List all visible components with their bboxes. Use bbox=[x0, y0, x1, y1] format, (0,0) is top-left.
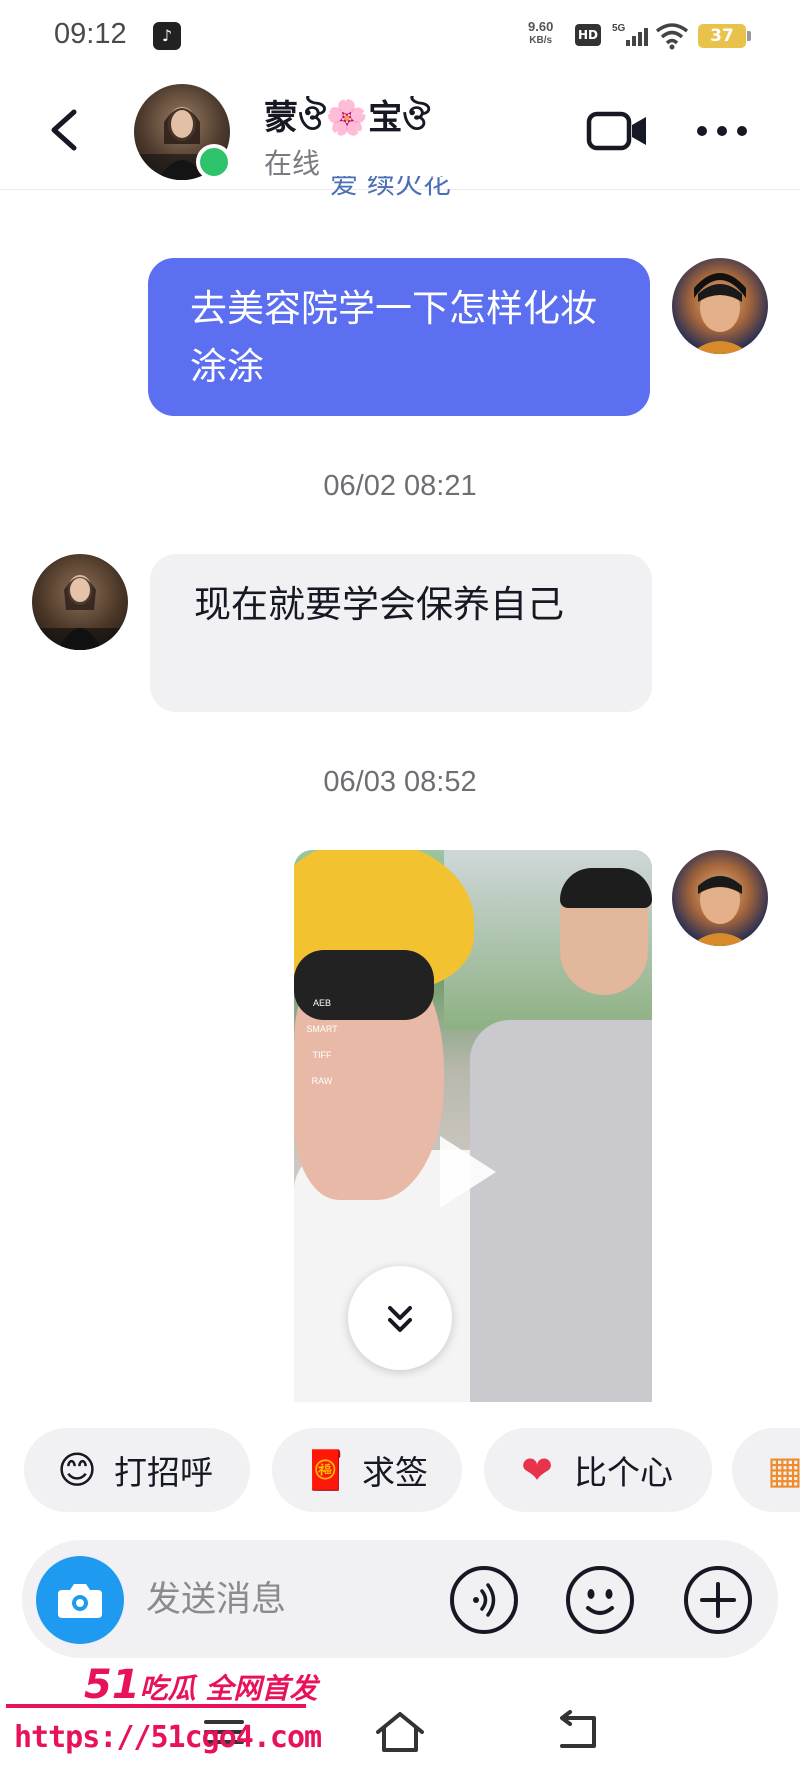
timestamp: 06/03 08:52 bbox=[323, 766, 477, 798]
status-time: 09:12 bbox=[54, 18, 127, 50]
network-speed-value: 9.60 bbox=[528, 19, 554, 34]
network-type: 5G bbox=[612, 23, 626, 34]
network-speed: 9.60 KB/s bbox=[528, 20, 553, 48]
quick-reply-bar: 😊 打招呼 🧧 求签 ❤ 比个心 ▦ bbox=[0, 1428, 800, 1514]
contact-name[interactable]: 蒙ঔ🌸宝ঔ bbox=[264, 90, 430, 149]
home-icon[interactable] bbox=[372, 1706, 428, 1758]
incoming-message[interactable]: 现在就要学会保养自己 bbox=[150, 554, 652, 712]
video-figure-man bbox=[470, 850, 652, 1402]
camera-overlay: AEB SMART TIFF RAW bbox=[302, 990, 342, 1094]
quick-reply-label: 打招呼 bbox=[114, 1453, 213, 1492]
quick-reply-label: 比个心 bbox=[574, 1453, 673, 1492]
watermark-title: 51吃瓜 全网首发 bbox=[84, 1662, 317, 1708]
watermark-number: 51 bbox=[84, 1662, 140, 1708]
voice-icon[interactable] bbox=[448, 1564, 520, 1636]
watermark-text: 吃瓜 全网首发 bbox=[139, 1672, 318, 1705]
back-nav-icon[interactable] bbox=[552, 1706, 608, 1758]
quick-reply-greet[interactable]: 😊 打招呼 bbox=[24, 1428, 250, 1512]
hd-badge: HD bbox=[575, 24, 601, 46]
camera-overlay-label: AEB bbox=[312, 998, 331, 1008]
signal-icon: 5G bbox=[612, 23, 648, 46]
watermark-underline bbox=[6, 1704, 306, 1708]
battery-indicator: 37 bbox=[698, 24, 751, 48]
my-avatar[interactable] bbox=[672, 850, 768, 946]
watermark-url: https://51cgo4.com bbox=[14, 1720, 322, 1755]
play-icon[interactable] bbox=[440, 1136, 496, 1208]
quick-reply-fortune[interactable]: 🧧 求签 bbox=[272, 1428, 462, 1512]
chat-header: 蒙ঔ🌸宝ঔ 在线 bbox=[0, 72, 800, 190]
my-photo bbox=[690, 273, 750, 354]
quick-reply-group-photo[interactable]: ▦ bbox=[732, 1428, 800, 1512]
back-icon[interactable] bbox=[40, 102, 90, 158]
message-composer bbox=[22, 1540, 778, 1658]
timestamp: 06/02 08:21 bbox=[323, 470, 477, 502]
camera-overlay-label: TIFF bbox=[312, 1050, 332, 1060]
plus-icon[interactable] bbox=[682, 1564, 754, 1636]
quick-reply-heart[interactable]: ❤ 比个心 bbox=[484, 1428, 712, 1512]
group-photo-emoji-icon: ▦ bbox=[767, 1448, 800, 1492]
camera-overlay-label: SMART bbox=[306, 1024, 338, 1034]
online-indicator bbox=[196, 144, 232, 180]
my-avatar[interactable] bbox=[672, 258, 768, 354]
more-icon[interactable] bbox=[694, 116, 750, 146]
heart-emoji-icon: ❤ bbox=[521, 1448, 553, 1492]
camera-button[interactable] bbox=[36, 1556, 124, 1644]
presence-status: 在线 bbox=[264, 147, 321, 180]
scroll-to-bottom-button[interactable] bbox=[348, 1266, 452, 1370]
outgoing-message[interactable]: 去美容院学一下怎样化妆涂涂 bbox=[148, 258, 650, 416]
status-bar: 09:12 ♪ 9.60 KB/s HD 5G 37 bbox=[0, 0, 800, 72]
camera-overlay-label: RAW bbox=[311, 1076, 333, 1086]
emoji-icon[interactable] bbox=[564, 1564, 636, 1636]
my-photo bbox=[690, 876, 750, 946]
contact-message-photo bbox=[32, 575, 128, 650]
contact-message-avatar[interactable] bbox=[32, 554, 128, 650]
network-speed-unit: KB/s bbox=[529, 35, 553, 46]
tiktok-icon: ♪ bbox=[153, 22, 181, 50]
video-call-icon[interactable] bbox=[586, 108, 650, 154]
message-input[interactable] bbox=[146, 1572, 416, 1628]
chevron-double-down-icon bbox=[388, 1306, 412, 1332]
wifi-icon bbox=[655, 23, 689, 50]
fortune-sticks-emoji-icon: 🧧 bbox=[302, 1448, 350, 1492]
quick-reply-label: 求签 bbox=[362, 1453, 428, 1492]
camera-icon bbox=[58, 1584, 102, 1618]
wave-smile-emoji-icon: 😊 bbox=[57, 1448, 97, 1492]
truncated-message-text: 爱 续火花 bbox=[330, 176, 451, 196]
